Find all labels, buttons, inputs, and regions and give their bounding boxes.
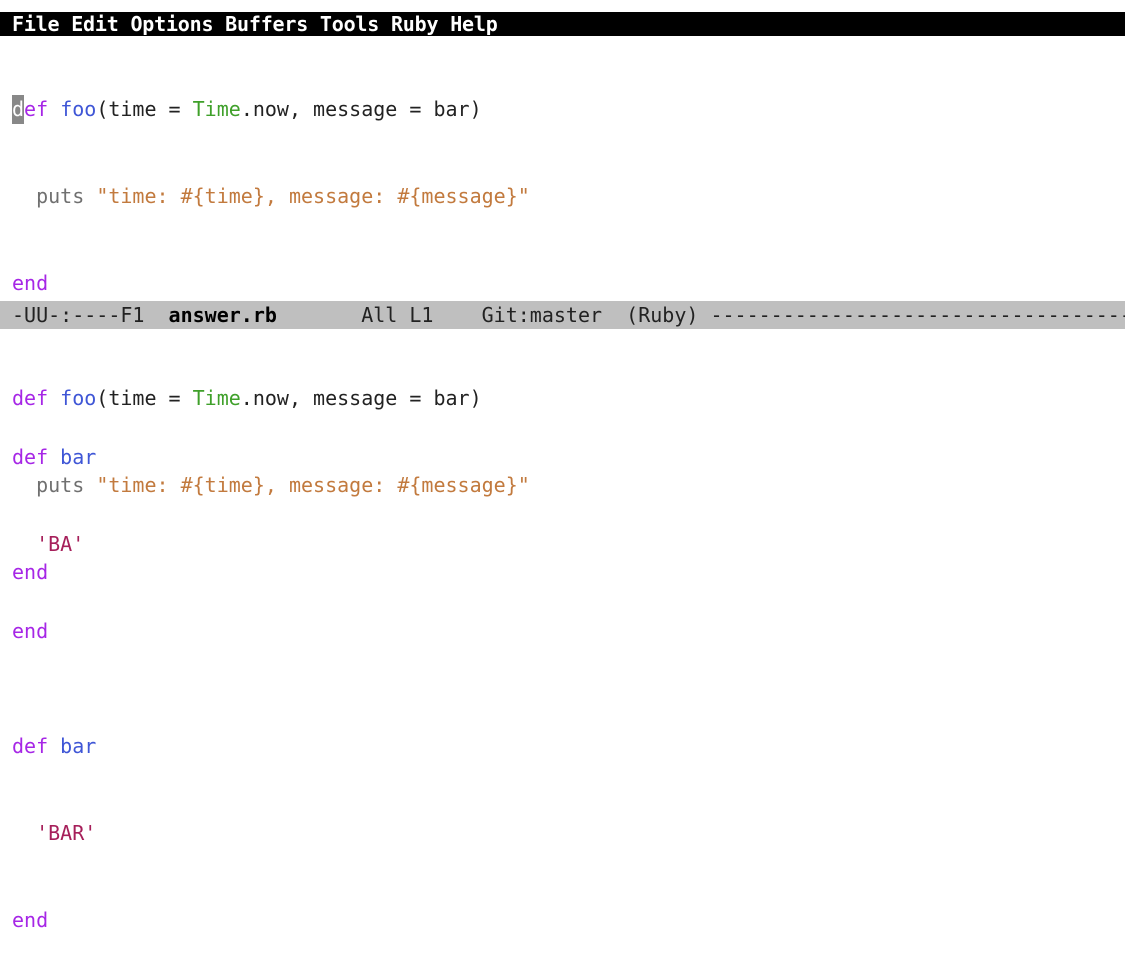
keyword-end: end: [12, 271, 49, 295]
code-line: end: [12, 906, 530, 935]
menu-edit[interactable]: Edit: [71, 12, 119, 36]
keyword-def: def: [12, 734, 49, 758]
function-name: foo: [60, 386, 97, 410]
string-literal: 'BAR': [36, 821, 97, 845]
keyword-def: def: [12, 386, 49, 410]
string-literal: "time: #{time}, message: #{message}": [96, 473, 530, 497]
menu-options[interactable]: Options: [130, 12, 213, 36]
menu-help[interactable]: Help: [450, 12, 498, 36]
constant-name: Time: [192, 97, 241, 121]
code-line: puts "time: #{time}, message: #{message}…: [12, 471, 530, 500]
code-line: def foo(time = Time.now, message = bar): [12, 95, 530, 124]
code-line: end: [12, 558, 530, 587]
menu-bar: File Edit Options Buffers Tools Ruby Hel…: [0, 12, 1125, 36]
modeline-buffer-name[interactable]: answer.rb: [169, 303, 277, 327]
text-cursor: d: [12, 95, 25, 124]
menu-file[interactable]: File: [12, 12, 60, 36]
modeline-major-mode[interactable]: (Ruby): [626, 303, 698, 327]
code-text: .now, message = bar): [240, 386, 482, 410]
menu-tools[interactable]: Tools: [320, 12, 379, 36]
code-line: end: [12, 269, 530, 298]
function-name: bar: [60, 734, 97, 758]
editor-pane-bottom[interactable]: def foo(time = Time.now, message = bar) …: [12, 326, 530, 964]
keyword-def: ef: [24, 97, 49, 121]
modeline-status: -UU-:----F1: [12, 303, 145, 327]
code-line: 'BAR': [12, 819, 530, 848]
modeline-position: All L1: [361, 303, 434, 327]
menu-ruby[interactable]: Ruby: [391, 12, 439, 36]
keyword-end: end: [12, 560, 49, 584]
builtin-call: puts: [36, 184, 85, 208]
function-name: foo: [60, 97, 97, 121]
code-line: def foo(time = Time.now, message = bar): [12, 384, 530, 413]
constant-name: Time: [192, 386, 241, 410]
code-line: def bar: [12, 732, 530, 761]
menu-buffers[interactable]: Buffers: [225, 12, 308, 36]
builtin-call: puts: [36, 473, 85, 497]
code-text: (time =: [96, 386, 193, 410]
keyword-end: end: [12, 908, 49, 932]
modeline-vc[interactable]: Git:master: [482, 303, 602, 327]
code-line: puts "time: #{time}, message: #{message}…: [12, 182, 530, 211]
modeline-fill: ----------------------------------------: [710, 303, 1125, 327]
code-text: (time =: [96, 97, 193, 121]
code-text: .now, message = bar): [240, 97, 482, 121]
string-literal: "time: #{time}, message: #{message}": [96, 184, 530, 208]
mode-line[interactable]: -UU-:----F1 answer.rb All L1 Git:master …: [0, 301, 1125, 329]
